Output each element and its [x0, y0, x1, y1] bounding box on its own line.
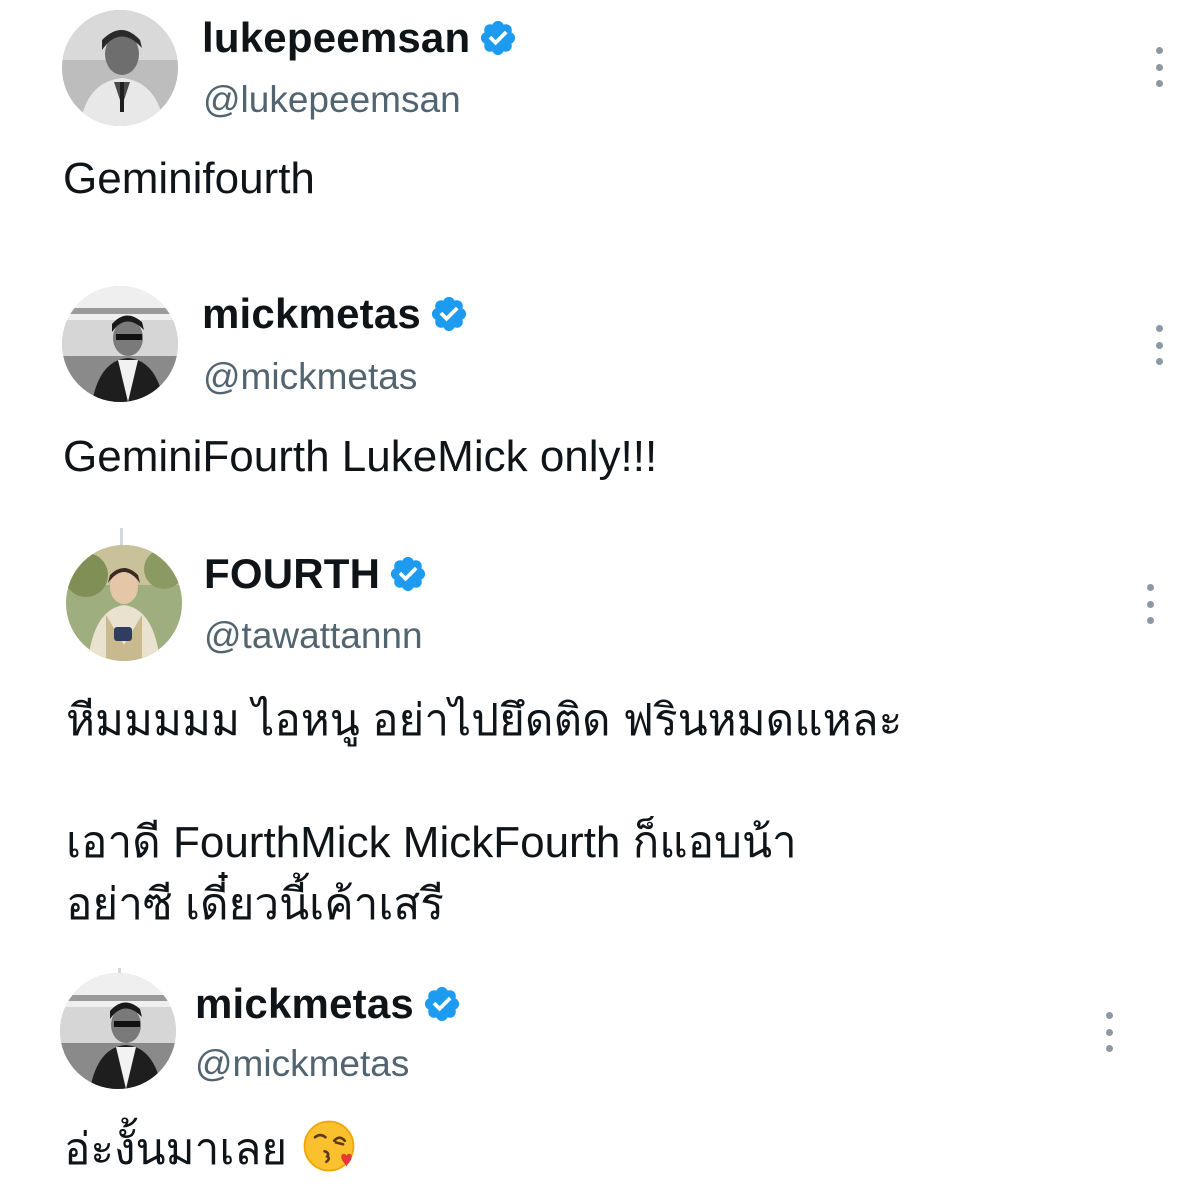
- more-options-icon[interactable]: [1152, 325, 1166, 365]
- avatar-tawattannn[interactable]: [66, 545, 182, 661]
- kissing-face-with-heart-emoji-icon: [301, 1118, 357, 1174]
- avatar-mickmetas[interactable]: [62, 286, 178, 402]
- tweet-text-line: Geminifourth: [63, 154, 315, 203]
- tweet-text-line: GeminiFourth LukeMick only!!!: [63, 432, 658, 481]
- display-name[interactable]: mickmetas: [195, 980, 414, 1028]
- verified-badge-icon: [478, 18, 518, 58]
- verified-badge-icon: [388, 554, 428, 594]
- display-name[interactable]: FOURTH: [204, 550, 380, 598]
- avatar-lukepeemsan[interactable]: [62, 10, 178, 126]
- thread-connector-line: [120, 528, 123, 546]
- tweet-text-line: อ่ะงั้นมาเลย: [64, 1118, 357, 1181]
- handle[interactable]: @mickmetas: [195, 1043, 409, 1085]
- tweet-text-line: หีมมมมม ไอหนู อย่าไปยึดติด ฟรินหมดแหละ: [66, 696, 903, 745]
- handle[interactable]: @tawattannn: [204, 615, 423, 657]
- tweet-text-line: เอาดี FourthMick MickFourth ก็แอบน้า: [66, 818, 797, 867]
- tweet-text-line: อย่าซี เดี๋ยวนี้เค้าเสรี: [66, 880, 444, 929]
- display-name-row: mickmetas: [202, 290, 469, 338]
- avatar-mickmetas[interactable]: [60, 973, 176, 1089]
- display-name-row: mickmetas: [195, 980, 462, 1028]
- display-name[interactable]: mickmetas: [202, 290, 421, 338]
- handle[interactable]: @mickmetas: [203, 356, 417, 398]
- display-name-row: FOURTH: [204, 550, 428, 598]
- more-options-icon[interactable]: [1102, 1012, 1116, 1052]
- handle[interactable]: @lukepeemsan: [203, 79, 461, 121]
- display-name-row: lukepeemsan: [202, 14, 518, 62]
- display-name[interactable]: lukepeemsan: [202, 14, 470, 62]
- verified-badge-icon: [429, 294, 469, 334]
- verified-badge-icon: [422, 984, 462, 1024]
- tweet-text: อ่ะงั้นมาเลย: [64, 1125, 288, 1174]
- tweet-1: lukepeemsan @lukepeemsan Geminifourth: [0, 0, 1200, 240]
- more-options-icon[interactable]: [1152, 47, 1166, 87]
- more-options-icon[interactable]: [1143, 584, 1157, 624]
